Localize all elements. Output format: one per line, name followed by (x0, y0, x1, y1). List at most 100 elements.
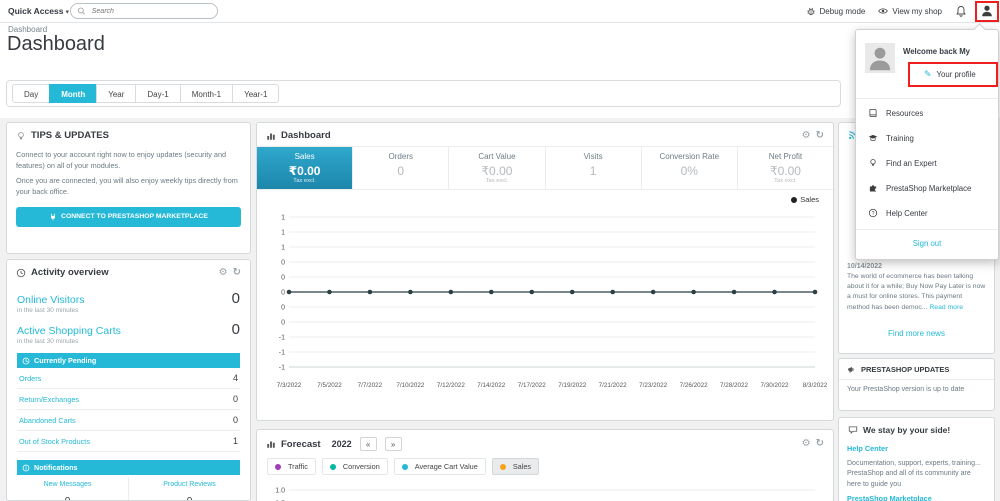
date-range-tab-bar: Day Month Year Day-1 Month-1 Year-1 (6, 80, 841, 107)
lightbulb-icon (18, 131, 24, 139)
gear-icon[interactable]: ⚙ (802, 130, 811, 141)
welcome-text: Welcome back My (903, 47, 971, 56)
currently-pending-header: Currently Pending (17, 353, 240, 368)
gear-icon[interactable]: ⚙ (219, 267, 228, 278)
menu-item-help-center[interactable]: ? Help Center (868, 206, 928, 220)
bar-chart-icon (267, 441, 275, 448)
prestashop-updates-panel: PRESTASHOP UPDATES Your PrestaShop versi… (838, 358, 995, 411)
active-carts-value: 0 (231, 321, 240, 338)
svg-text:1: 1 (281, 215, 285, 222)
active-carts-label[interactable]: Active Shopping Carts (17, 325, 121, 337)
tab-day-minus-1[interactable]: Day-1 (135, 84, 181, 103)
online-visitors-value: 0 (231, 290, 240, 307)
metric-orders[interactable]: Orders 0 (353, 147, 450, 189)
refresh-icon[interactable]: ↻ (816, 439, 824, 449)
forecast-line-chart: 1.00.5 (263, 481, 827, 501)
megaphone-icon (848, 366, 854, 373)
menu-item-resources[interactable]: Resources (868, 106, 923, 120)
top-bar: Quick Access▾ Debug mode View my shop (0, 0, 1000, 23)
legend-traffic[interactable]: Traffic (267, 458, 316, 475)
your-profile-label: Your profile (936, 70, 976, 79)
plug-icon (51, 213, 56, 221)
online-visitors-stat: Online Visitors 0 in the last 30 minutes (7, 283, 250, 314)
avatar-icon (982, 5, 992, 17)
svg-text:0: 0 (281, 305, 285, 312)
tab-day[interactable]: Day (12, 84, 51, 103)
tab-month[interactable]: Month (49, 84, 98, 103)
metric-net-profit[interactable]: Net Profit ₹0.00 Tax excl. (738, 147, 833, 189)
support-panel-title: We stay by your side! (863, 425, 951, 435)
notifications-header: Notifications (17, 460, 240, 475)
your-profile-button[interactable]: ✎ Your profile (908, 62, 998, 87)
notifications-button[interactable] (955, 5, 967, 17)
metric-label: Sales (294, 152, 315, 161)
eye-icon (878, 8, 889, 14)
metric-value: ₹0.00 (769, 164, 801, 178)
active-carts-stat: Active Shopping Carts 0 in the last 30 m… (7, 314, 250, 345)
metric-sales[interactable]: Sales ₹0.00 Tax excl. (257, 147, 354, 189)
tips-panel-title: TIPS & UPDATES (31, 130, 109, 141)
profile-avatar-image (865, 43, 895, 73)
tips-paragraph-2: Once you are connected, you will also en… (16, 175, 238, 196)
refresh-icon[interactable]: ↻ (233, 267, 241, 278)
help-center-link[interactable]: Help Center (847, 444, 986, 455)
pencil-icon: ✎ (924, 69, 932, 79)
prestashop-marketplace-link[interactable]: PrestaShop Marketplace (847, 494, 986, 501)
menu-item-label: Help Center (886, 208, 928, 218)
gear-icon[interactable]: ⚙ (802, 439, 811, 449)
tips-paragraph-1: Connect to your account right now to enj… (16, 150, 227, 170)
returns-link[interactable]: Return/Exchanges (19, 395, 79, 404)
orders-link[interactable]: Orders (19, 374, 41, 383)
online-visitors-label[interactable]: Online Visitors (17, 294, 85, 306)
metric-value: 1 (589, 164, 597, 178)
activity-overview-panel: Activity overview ⚙ ↻ Online Visitors 0 … (6, 259, 251, 501)
chevron-down-icon: ▾ (65, 9, 69, 16)
menu-item-label: Find an Expert (886, 158, 937, 168)
sign-out-link[interactable]: Sign out (856, 239, 998, 248)
forecast-legend-row: Traffic Conversion Average Cart Value Sa… (257, 456, 833, 481)
currently-pending-label: Currently Pending (34, 356, 97, 365)
profile-avatar-button[interactable] (975, 1, 999, 22)
tab-year[interactable]: Year (96, 84, 137, 103)
fast-forward-icon[interactable]: » (384, 437, 402, 451)
product-reviews-count: 0 (129, 496, 250, 500)
search-input[interactable] (89, 6, 211, 16)
read-more-link[interactable]: Read more (929, 304, 963, 311)
legend-sales[interactable]: Sales (491, 458, 540, 475)
metric-visits[interactable]: Visits 1 (546, 147, 642, 189)
metric-cart-value[interactable]: Cart Value ₹0.00 Tax excl. (449, 147, 546, 189)
view-my-shop-button[interactable]: View my shop (878, 6, 942, 16)
new-messages-link[interactable]: New Messages (7, 481, 128, 488)
legend-conversion[interactable]: Conversion (321, 458, 388, 475)
connect-marketplace-button[interactable]: CONNECT TO PRESTASHOP MARKETPLACE (16, 206, 241, 227)
tab-year-minus-1[interactable]: Year-1 (232, 84, 280, 103)
metric-subtext: Tax excl. (774, 178, 797, 184)
menu-item-training[interactable]: Training (868, 131, 914, 145)
metric-conversion-rate[interactable]: Conversion Rate 0% (642, 147, 738, 189)
avatar-silhouette-icon (869, 47, 891, 71)
fast-backward-icon[interactable]: « (359, 437, 377, 451)
svg-text:-1: -1 (279, 335, 285, 342)
search-box[interactable] (70, 3, 218, 19)
svg-text:-1: -1 (279, 350, 285, 357)
news-item: 10/14/2022 The world of ecommerce has be… (847, 263, 986, 313)
menu-item-find-an-expert[interactable]: Find an Expert (868, 156, 937, 170)
svg-text:-1: -1 (279, 365, 285, 372)
news-excerpt: The world of ecommerce has been talking … (847, 273, 986, 311)
svg-text:0: 0 (281, 290, 285, 297)
legend-average-cart-value[interactable]: Average Cart Value (393, 458, 486, 475)
metric-label: Cart Value (478, 152, 516, 161)
menu-item-prestashop-marketplace[interactable]: PrestaShop Marketplace (868, 181, 971, 195)
sales-dot-icon (499, 463, 506, 470)
find-more-news-link[interactable]: Find more news (839, 329, 994, 338)
out-of-stock-link[interactable]: Out of Stock Products (19, 437, 90, 446)
legend-avg-cart-label: Average Cart Value (414, 462, 478, 471)
updates-status-text: Your PrestaShop version is up to date (847, 386, 965, 393)
quick-access-dropdown[interactable]: Quick Access ▾ (8, 0, 69, 22)
product-reviews-link[interactable]: Product Reviews (129, 481, 250, 488)
debug-mode-button[interactable]: Debug mode (806, 6, 865, 16)
refresh-icon[interactable]: ↻ (816, 130, 824, 141)
abandoned-carts-link[interactable]: Abandoned Carts (19, 416, 76, 425)
tab-month-minus-1[interactable]: Month-1 (179, 84, 234, 103)
metric-label: Visits (583, 152, 603, 161)
